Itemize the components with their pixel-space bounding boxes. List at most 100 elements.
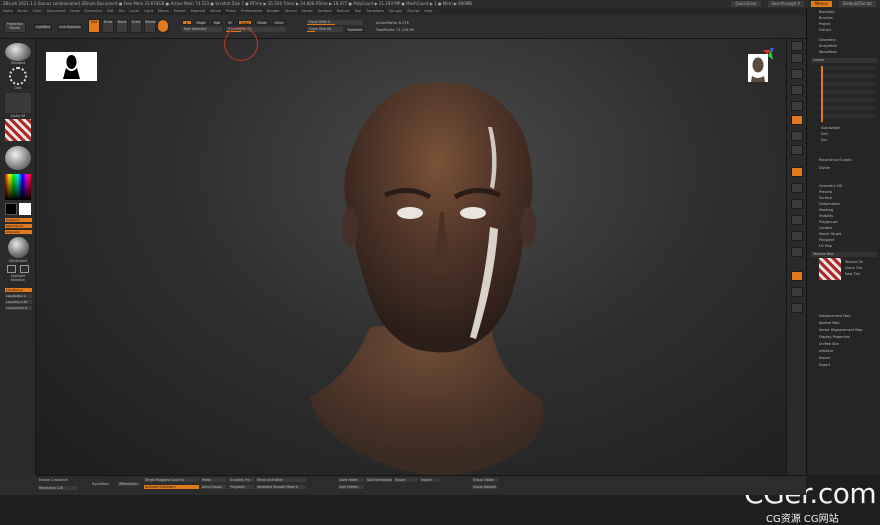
tool-thumbnail[interactable] (46, 52, 97, 81)
lazy-radius-slider[interactable]: LazyRadius 1 (5, 294, 32, 298)
canvas-viewport[interactable]: CGer.com CG资源 CG网站 (36, 27, 877, 525)
lazy-smooth-slider[interactable]: LazySmooth 0 (5, 306, 32, 310)
menu-help[interactable]: Help (422, 8, 435, 15)
rp-item-vector-displacement[interactable]: Vector Displacement Map (819, 328, 862, 332)
rp-item-smt[interactable]: Smt (821, 132, 828, 136)
lazy-step-slider[interactable]: LazyStep 0.25 (5, 300, 32, 304)
layers-scrollbar[interactable] (821, 66, 823, 122)
spix-icon[interactable] (791, 53, 803, 63)
menu-light[interactable]: Light (142, 8, 156, 15)
menu-marker[interactable]: Marker (171, 8, 188, 15)
rp-item-texture-map[interactable]: Texture Map (811, 252, 877, 257)
actual-icon[interactable] (791, 101, 803, 111)
draw-button[interactable]: Draw (102, 19, 114, 33)
menu-zplugin[interactable]: Zplugin (386, 8, 404, 15)
color-picker[interactable] (5, 174, 31, 200)
focal-shift-slider[interactable]: Focal Shift 0 (307, 20, 363, 25)
layers-list[interactable] (819, 66, 875, 122)
polyf-icon[interactable] (791, 271, 803, 281)
rp-item-geometry-hd[interactable]: Geometry HD (819, 184, 842, 188)
zoom-icon[interactable] (791, 85, 803, 95)
zsub-button[interactable]: Zsub (255, 20, 269, 25)
menu-picker[interactable]: Picker (223, 8, 239, 15)
live-boolean-button[interactable]: Live Boolean (58, 24, 82, 30)
rp-item-clone-txtr[interactable]: Clone Txtr (845, 266, 863, 270)
rp-item-divide[interactable]: Divide (819, 166, 830, 170)
sculpted-head-model[interactable] (290, 77, 590, 479)
group-masked-button[interactable]: Group Masked (472, 485, 498, 489)
axis-gizmo-icon[interactable] (761, 48, 775, 62)
resolution-slider[interactable]: Resolution 128 (38, 486, 78, 490)
persp-icon[interactable] (791, 115, 803, 125)
menu-zscript[interactable]: Zscript (405, 8, 422, 15)
rp-top-1[interactable]: Brushes (819, 16, 833, 20)
rp-item-suv[interactable]: Suv (821, 138, 827, 142)
dynamesh-button[interactable]: DynaMesh (91, 482, 109, 486)
matcap-material-icon[interactable] (5, 146, 31, 170)
import-button[interactable]: Import (420, 478, 440, 482)
main-color-swatch[interactable] (5, 203, 17, 215)
scroll-icon[interactable] (791, 69, 803, 79)
m-button[interactable]: M (226, 20, 234, 25)
enable-customize-button[interactable]: Enable Customize (38, 478, 68, 482)
menu-document[interactable]: Document (44, 8, 67, 15)
alpha-off-icon[interactable] (5, 93, 31, 113)
rp-item-initialize[interactable]: Initialize (819, 349, 833, 353)
rp-item-subdivision[interactable]: Subdivision (821, 126, 840, 130)
menu-edit[interactable]: Edit (104, 8, 116, 15)
menu-material[interactable]: Material (188, 8, 207, 15)
lightbox-button[interactable]: LightBox (34, 24, 52, 30)
local-icon[interactable] (791, 145, 803, 155)
target-polygons-slider[interactable]: Target Polygons Count 8 (144, 478, 199, 482)
menu-preferences[interactable]: Preferences (239, 8, 265, 15)
split-hidden-button[interactable]: Split Hidden (338, 485, 364, 489)
alternate-button[interactable]: Alternate (5, 230, 32, 234)
switch-color-button[interactable]: SwitchColor (5, 224, 32, 228)
rp-top-0[interactable]: Backlight (819, 10, 835, 14)
texture-map-thumbnail[interactable] (819, 258, 841, 280)
menu-render[interactable]: Render (265, 8, 283, 15)
edit-button[interactable]: Edit (88, 19, 100, 33)
menu-layer[interactable]: Layer (127, 8, 142, 15)
menu-file[interactable]: File (116, 8, 127, 15)
rp-item-surface[interactable]: Surface (819, 196, 832, 200)
rp-item-visibility[interactable]: Visibility (819, 214, 833, 218)
zoom3d-icon[interactable] (791, 215, 803, 225)
standard-brush-icon[interactable] (5, 43, 31, 61)
rp-item-nanomesh[interactable]: NanoMesh (819, 50, 837, 54)
menu-dynamics[interactable]: Dynamics (82, 8, 105, 15)
selection-icon[interactable] (20, 265, 29, 273)
sculptris-pro-button[interactable]: Sculptris Pro (229, 478, 254, 482)
rp-item-normal-map[interactable]: Normal Map (819, 321, 840, 325)
rgb-intensity-slider[interactable]: Rgb Intensity (182, 27, 222, 32)
menu-stencil[interactable]: Stencil (282, 8, 299, 15)
see-through-slider[interactable]: See-through 0 (767, 1, 804, 7)
sculpt-mode-icon[interactable] (157, 19, 169, 33)
solo-icon[interactable] (791, 303, 803, 313)
quicksave-button[interactable]: QuickSave (731, 1, 761, 7)
auto-groups-button[interactable]: Auto Groups (201, 485, 226, 489)
activate-symmetry-button[interactable]: Activate Symmetry (144, 485, 199, 489)
menu-texture[interactable]: Texture (334, 8, 352, 15)
mirror-weld-button[interactable]: Mirror And Weld (256, 478, 306, 482)
rp-item-displacement-map[interactable]: Displacement Map (819, 314, 851, 318)
projection-master-button[interactable]: Projection Master (4, 21, 26, 33)
dots-stroke-icon[interactable] (9, 67, 27, 85)
secondary-color-swatch[interactable] (19, 203, 31, 215)
close-holes-button[interactable]: Close Holes (338, 478, 364, 482)
rp-item-unified-skin[interactable]: Unified Skin (819, 342, 839, 346)
rotate-view-icon[interactable] (791, 231, 803, 241)
rp-item-import[interactable]: Import (819, 356, 830, 360)
menu-movie[interactable]: Movie (208, 8, 223, 15)
menu-tool[interactable]: Tool (352, 8, 364, 15)
rp-item-polypaint[interactable]: Polypaint (819, 238, 835, 242)
rp-item-arraymesh[interactable]: ArrayMesh (819, 44, 837, 48)
rp-item-display-properties[interactable]: Display Properties (819, 335, 850, 339)
rp-item-layers[interactable]: Layers (811, 58, 877, 63)
menus-button[interactable]: Menus (810, 1, 833, 7)
rp-item-contact[interactable]: Contact (819, 226, 832, 230)
export-button[interactable]: Export (394, 478, 418, 482)
zcut-button[interactable]: Zcut (272, 20, 286, 25)
texture-off-icon[interactable] (5, 119, 31, 141)
move-view-icon[interactable] (791, 199, 803, 209)
